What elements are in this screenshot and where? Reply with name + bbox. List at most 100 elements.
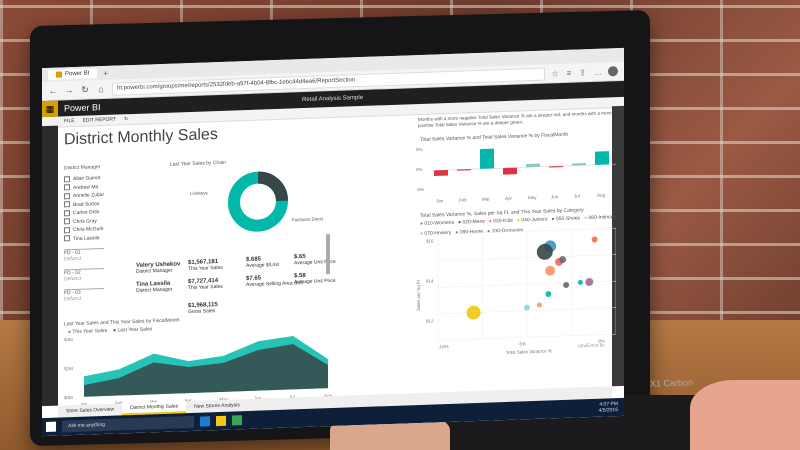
file-menu[interactable]: FILE bbox=[64, 118, 75, 124]
district-type: Defunct bbox=[64, 275, 82, 283]
slicer-item-label: Andrew Ma bbox=[73, 183, 99, 191]
area-y-tick: $0M bbox=[64, 395, 73, 400]
laptop-brand-label: X1 Carbon bbox=[649, 377, 694, 389]
checkbox[interactable] bbox=[64, 192, 70, 200]
district-card[interactable]: FD - 01 Defunct bbox=[64, 247, 104, 263]
slicer-item-label: Carlos Grilo bbox=[73, 209, 100, 217]
kpi-manager-role: District Manager bbox=[136, 267, 173, 275]
donut-label-left: Lindseys bbox=[190, 190, 209, 196]
scatter-x-label: Total Sales Variance % bbox=[506, 348, 552, 355]
store-icon[interactable] bbox=[232, 415, 242, 426]
hub-icon[interactable]: ≡ bbox=[567, 68, 572, 77]
scatter-bubble[interactable] bbox=[466, 305, 481, 320]
kpi-manager-role: District Manager bbox=[136, 286, 173, 294]
home-icon[interactable]: ⌂ bbox=[96, 84, 106, 94]
slicer-item[interactable]: Carlos Grilo bbox=[64, 208, 104, 218]
refresh-icon[interactable]: ↻ bbox=[80, 84, 90, 95]
scatter-bubble[interactable] bbox=[545, 291, 552, 298]
scatter-x-tick: -10% bbox=[438, 344, 449, 349]
forward-icon[interactable]: → bbox=[64, 85, 74, 95]
scatter-bubble[interactable] bbox=[591, 236, 598, 243]
kpi-card: $.685 Average $/Unit bbox=[246, 256, 279, 269]
legend-label: 010-Womens bbox=[424, 219, 455, 227]
district-type: Defunct bbox=[64, 255, 82, 263]
waterfall-bar bbox=[480, 148, 494, 169]
favorites-icon[interactable]: ☆ bbox=[551, 69, 558, 78]
scatter-bubble[interactable] bbox=[577, 279, 583, 285]
scatter-y-tick: $16 bbox=[426, 238, 434, 243]
laptop-screen: Power BI + ← → ↻ ⌂ ht.powerbi.com/groups… bbox=[42, 47, 624, 437]
edge-icon[interactable] bbox=[200, 416, 210, 427]
district-card[interactable]: FD - 03 Defunct bbox=[64, 287, 104, 303]
slicer-item-label: Allan Guinot bbox=[73, 175, 101, 183]
donut-label-right: Fashions Direct bbox=[292, 216, 324, 222]
kpi-card: $7,727,414 This Year Sales bbox=[188, 278, 223, 291]
waterfall-y-tick: 0% bbox=[416, 167, 423, 172]
page-title: Retail Analysis Sample bbox=[302, 94, 364, 104]
kpi-tertiary-caption: Average Unit Price bbox=[294, 277, 336, 286]
edit-report-button[interactable]: EDIT REPORT bbox=[83, 117, 116, 124]
slicer-item-label: Annelie Zubar bbox=[73, 191, 105, 200]
slicer-item[interactable]: Tina Lassila bbox=[64, 233, 104, 243]
waterfall-x-tick: Aug bbox=[597, 192, 606, 197]
donut-title: Last Year Sales by Chain bbox=[170, 159, 226, 168]
app-launcher-icon[interactable]: ▦ bbox=[42, 100, 58, 118]
waterfall-description: Months with a more negative Total Sales … bbox=[418, 110, 612, 129]
clock-date: 4/5/2016 bbox=[598, 407, 618, 414]
avatar[interactable] bbox=[608, 66, 618, 77]
waterfall-y-tick: -5% bbox=[416, 187, 424, 192]
file-explorer-icon[interactable] bbox=[216, 415, 226, 427]
app-name: Power BI bbox=[64, 102, 101, 114]
legend-label: 060-Intimate bbox=[588, 214, 617, 222]
waterfall-bar bbox=[503, 167, 517, 175]
waterfall-x-tick: Apr bbox=[505, 196, 513, 201]
waterfall-y-tick: 5% bbox=[416, 147, 423, 152]
legend-item: ● 020-Mens bbox=[458, 219, 485, 226]
scatter-x-tick: -5% bbox=[518, 341, 526, 346]
checkbox[interactable] bbox=[64, 218, 70, 225]
legend-label: 030-Kids bbox=[493, 217, 513, 225]
slicer-item-label: Brad Sutton bbox=[73, 200, 100, 208]
checkbox[interactable] bbox=[64, 235, 70, 242]
scroll-bar[interactable] bbox=[326, 234, 330, 275]
scatter-bubble[interactable] bbox=[559, 256, 567, 264]
legend-item: ● 050-Shoes bbox=[551, 215, 580, 222]
waterfall-bar bbox=[526, 163, 540, 168]
windows-start-icon[interactable] bbox=[46, 421, 56, 433]
checkbox[interactable] bbox=[64, 226, 70, 234]
left-nav-rail bbox=[42, 125, 58, 407]
waterfall-bar bbox=[434, 169, 448, 176]
scatter-bubble[interactable] bbox=[536, 302, 542, 308]
kpi-card: Tina Lassila District Manager bbox=[136, 281, 172, 294]
browser-tab[interactable]: Power BI bbox=[48, 68, 98, 80]
scatter-bubble[interactable] bbox=[545, 265, 556, 276]
new-tab-icon[interactable]: + bbox=[103, 68, 108, 77]
waterfall-x-tick: Feb bbox=[459, 197, 467, 202]
legend-item: ● 040-Juniors bbox=[517, 217, 548, 224]
scatter-bubble[interactable] bbox=[524, 304, 530, 311]
waterfall-zero-line bbox=[432, 163, 616, 171]
browser-tools: ☆ ≡ ⇪ … bbox=[551, 67, 602, 78]
more-icon[interactable]: … bbox=[594, 67, 602, 76]
refresh-report-icon[interactable]: ↻ bbox=[124, 116, 128, 122]
scatter-bubble[interactable] bbox=[585, 278, 594, 287]
checkbox[interactable] bbox=[64, 184, 70, 191]
scatter-bubble[interactable] bbox=[536, 243, 553, 261]
person-arm bbox=[690, 380, 800, 450]
checkbox[interactable] bbox=[64, 209, 70, 217]
kpi-card: Valery Ushakov District Manager bbox=[136, 261, 180, 275]
kpi-sales-caption: This Year Sales bbox=[188, 264, 223, 273]
cortana-search-box[interactable]: Ask me anything bbox=[62, 415, 194, 433]
watermark-text: obviEnce llc bbox=[578, 342, 605, 350]
district-card[interactable]: FD - 02 Defunct bbox=[64, 267, 104, 283]
waterfall-x-tick: Jul bbox=[574, 193, 580, 198]
checkbox[interactable] bbox=[64, 175, 70, 183]
system-clock[interactable]: 4:07 PM 4/5/2016 bbox=[599, 401, 624, 414]
scatter-y-label: Sales per Sq Ft bbox=[416, 279, 421, 311]
share-icon[interactable]: ⇪ bbox=[579, 68, 586, 77]
waterfall-x-tick: Mar bbox=[482, 197, 490, 202]
kpi-gross-sales: $1,968,115 Gross Sales bbox=[188, 302, 218, 315]
kpi-sales-caption: This Year Sales bbox=[188, 283, 223, 292]
back-icon[interactable]: ← bbox=[48, 86, 58, 96]
checkbox[interactable] bbox=[64, 201, 70, 208]
